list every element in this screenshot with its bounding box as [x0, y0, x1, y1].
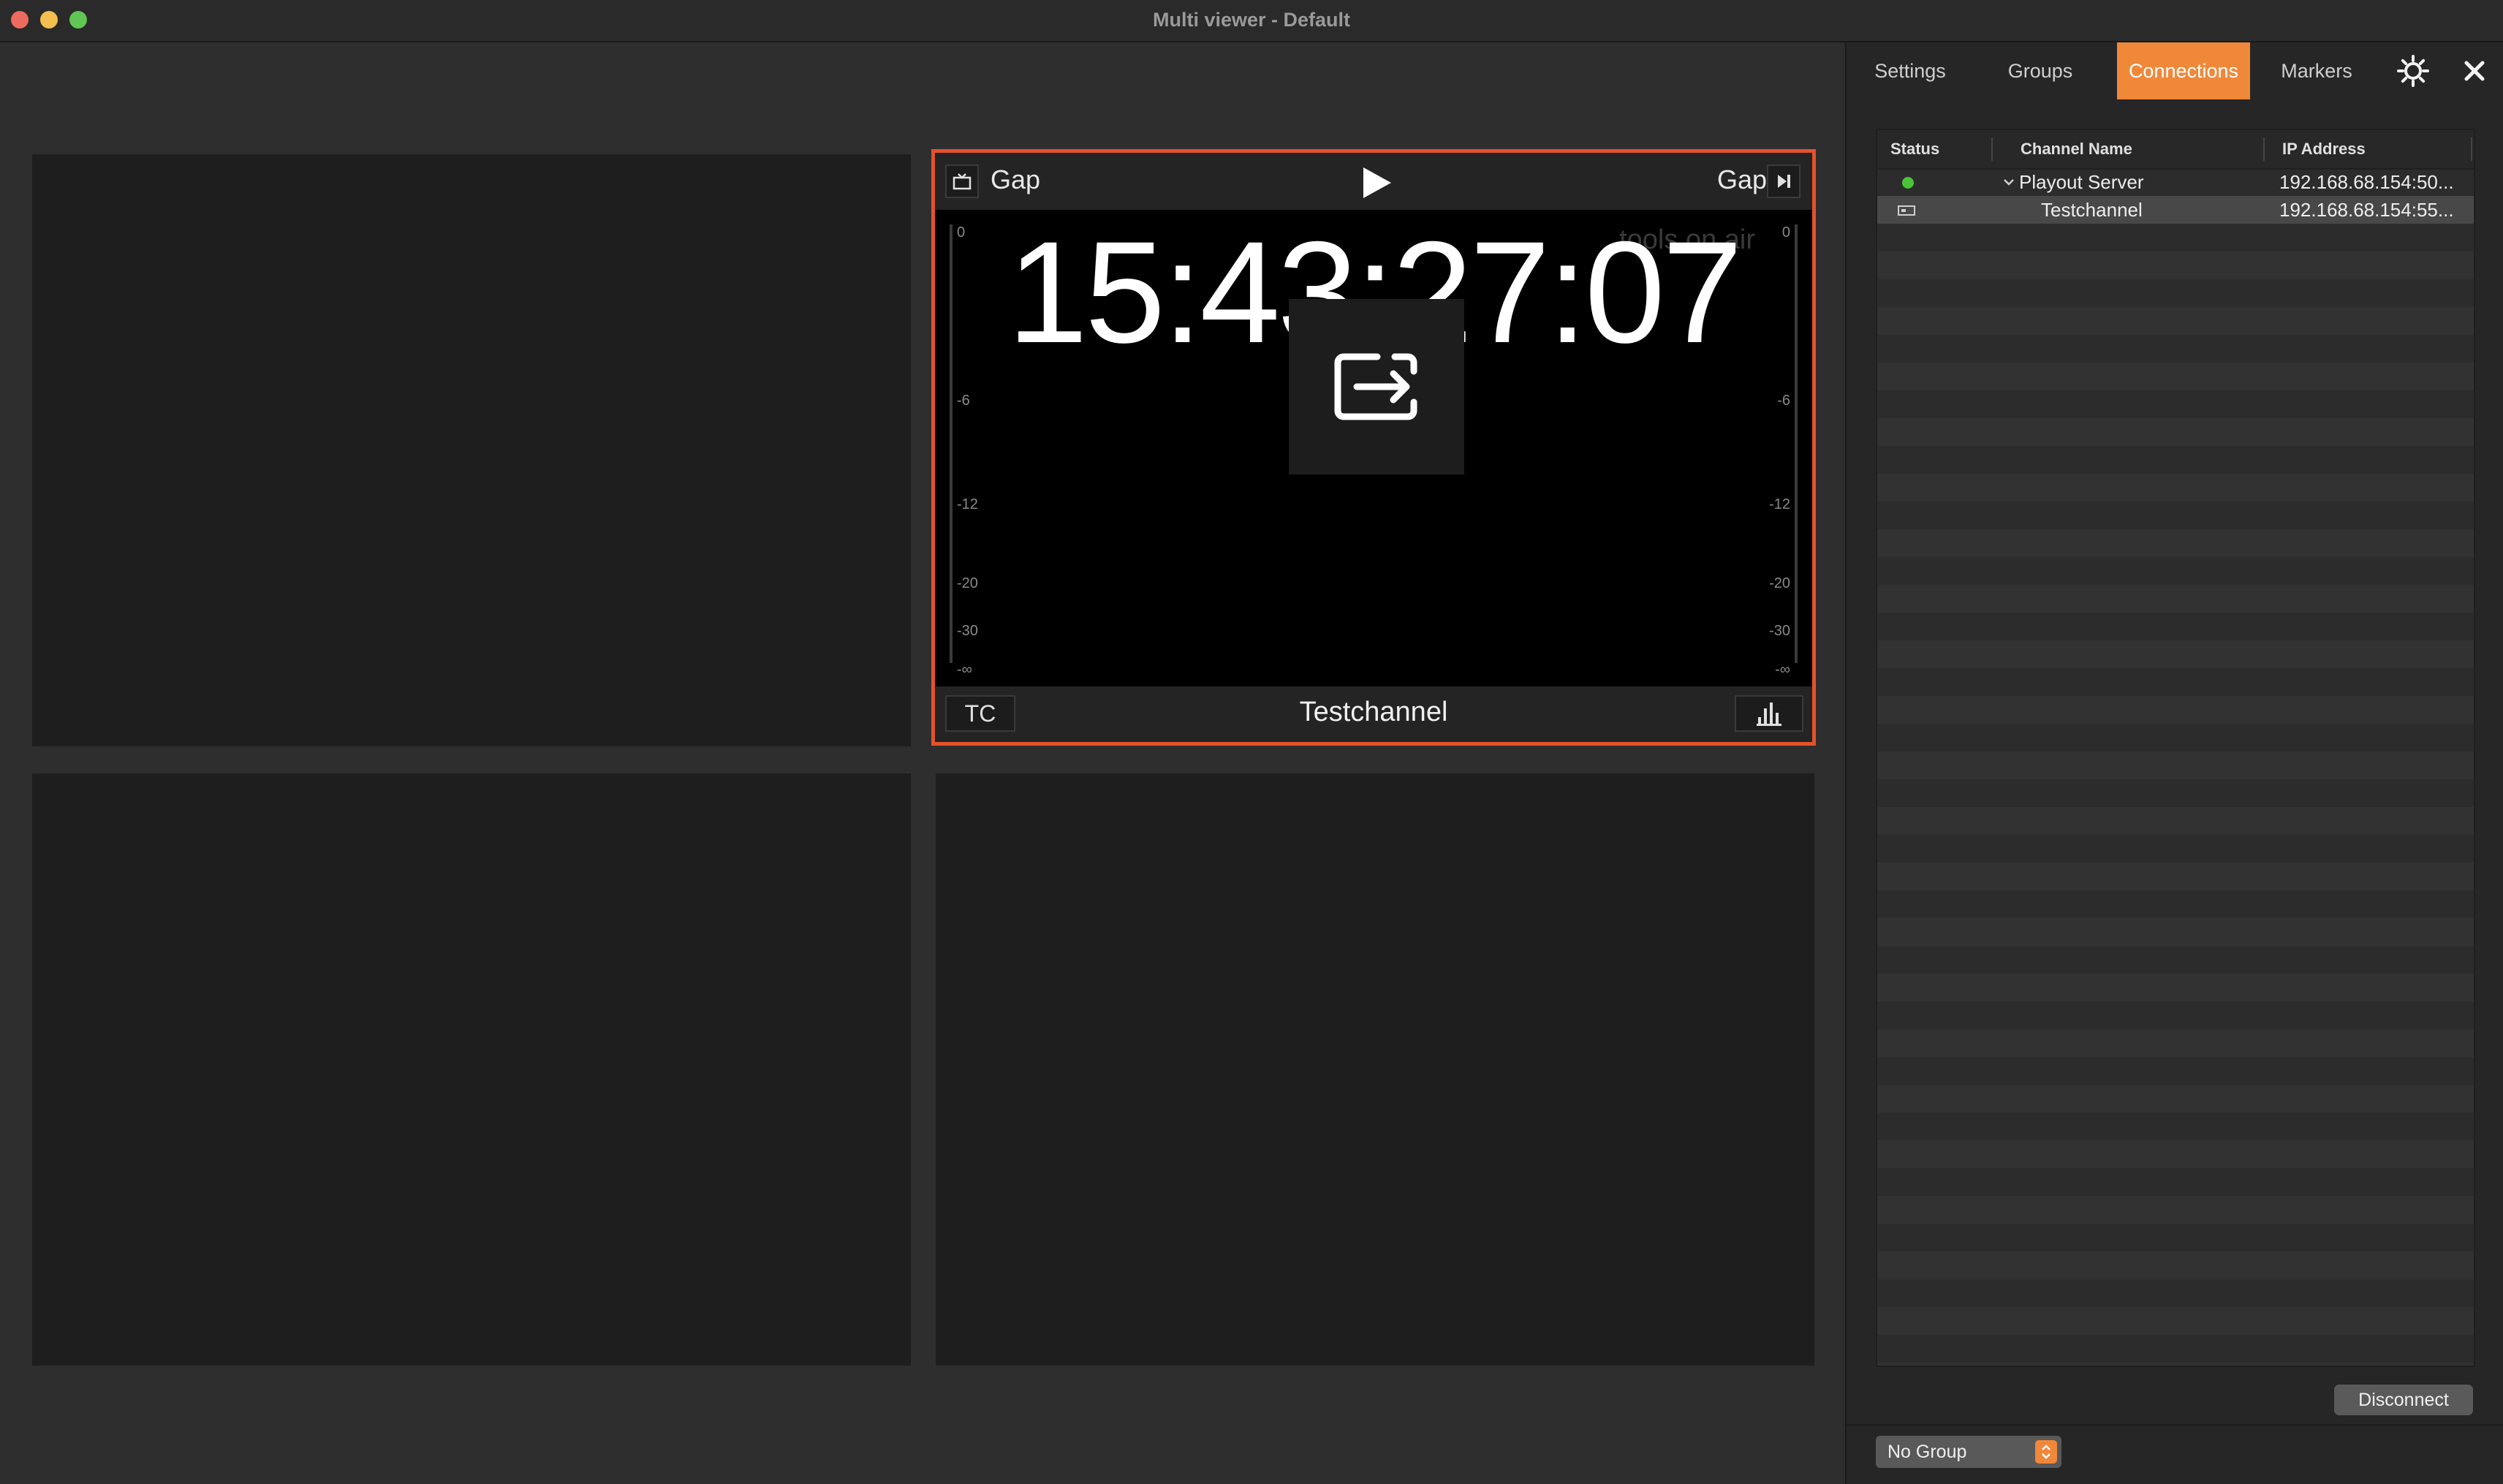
- column-status[interactable]: Status: [1890, 130, 1939, 168]
- empty-table-row: [1877, 1057, 2474, 1085]
- empty-table-row: [1877, 946, 2474, 974]
- empty-table-row: [1877, 1029, 2474, 1057]
- tile-header: Gap Gap: [935, 153, 1812, 210]
- side-panel: Settings Groups Connections Markers Stat…: [1845, 42, 2503, 1484]
- empty-table-row: [1877, 1335, 2474, 1363]
- empty-table-row: [1877, 807, 2474, 835]
- viewer-slot-empty[interactable]: [936, 773, 1814, 1366]
- viewer-slot-empty[interactable]: [32, 773, 911, 1366]
- empty-table-row: [1877, 640, 2474, 668]
- close-panel-icon[interactable]: [2459, 56, 2490, 86]
- table-row[interactable]: Playout Server 192.168.68.154:50...: [1877, 168, 2474, 196]
- empty-table-row: [1877, 1279, 2474, 1307]
- window-title: Multi viewer - Default: [1152, 9, 1351, 31]
- play-icon[interactable]: [1363, 167, 1391, 198]
- group-select-value: No Group: [1887, 1442, 1967, 1462]
- empty-table-row: [1877, 335, 2474, 363]
- empty-table-row: [1877, 390, 2474, 418]
- empty-table-row: [1877, 918, 2474, 946]
- empty-table-row: [1877, 446, 2474, 474]
- empty-table-row: [1877, 418, 2474, 446]
- row-channel-name: Testchannel: [2041, 199, 2143, 221]
- empty-table-row: [1877, 529, 2474, 557]
- row-channel-name: Playout Server: [2019, 171, 2144, 193]
- output-icon: [1289, 299, 1464, 474]
- empty-table-row: [1877, 224, 2474, 251]
- empty-table-row: [1877, 1224, 2474, 1252]
- channel-viewer-tile[interactable]: Gap Gap 0 -6 -12 -20 -30 -∞ 0 -6 -12 -20…: [931, 149, 1816, 746]
- panel-tabs: Settings Groups Connections Markers: [1847, 42, 2503, 99]
- meter-tick: -6: [1777, 393, 1790, 409]
- viewer-slot-empty[interactable]: [32, 154, 911, 746]
- empty-table-row: [1877, 1085, 2474, 1113]
- empty-table-row: [1877, 1252, 2474, 1279]
- empty-table-row: [1877, 585, 2474, 613]
- group-select[interactable]: No Group: [1876, 1436, 2061, 1468]
- empty-table-row: [1877, 1002, 2474, 1029]
- empty-table-row: [1877, 779, 2474, 807]
- gear-icon[interactable]: [2396, 54, 2430, 88]
- empty-table-row: [1877, 752, 2474, 779]
- connections-table: Status Channel Name IP Address Playout S…: [1876, 129, 2475, 1367]
- empty-table-row: [1877, 696, 2474, 724]
- empty-table-row: [1877, 279, 2474, 307]
- tile-footer: TC Testchannel: [935, 686, 1812, 742]
- empty-table-row: [1877, 890, 2474, 918]
- meter-tick: -30: [1769, 623, 1790, 639]
- empty-table-row: [1877, 501, 2474, 529]
- tab-connections[interactable]: Connections: [2117, 42, 2250, 99]
- empty-table-row: [1877, 835, 2474, 863]
- meter-tick: -6: [957, 393, 970, 409]
- column-ip-address[interactable]: IP Address: [2282, 130, 2366, 168]
- next-item-label: Gap: [1717, 164, 1768, 194]
- empty-table-row: [1877, 307, 2474, 335]
- empty-table-row: [1877, 1140, 2474, 1168]
- status-online-dot: [1902, 177, 1914, 189]
- multiviewer-grid: Gap Gap 0 -6 -12 -20 -30 -∞ 0 -6 -12 -20…: [0, 42, 1842, 1484]
- video-preview: 0 -6 -12 -20 -30 -∞ 0 -6 -12 -20 -30 -∞ …: [935, 210, 1812, 695]
- empty-table-row: [1877, 1113, 2474, 1140]
- current-item-label: Gap: [991, 164, 1041, 194]
- meter-tick: -12: [957, 496, 978, 512]
- empty-table-row: [1877, 251, 2474, 279]
- empty-table-row: [1877, 363, 2474, 390]
- title-bar: Multi viewer - Default: [0, 0, 2503, 42]
- divider: [1847, 1424, 2503, 1426]
- tv-icon[interactable]: [945, 164, 979, 198]
- select-stepper-icon[interactable]: [2035, 1440, 2057, 1464]
- empty-table-row: [1877, 557, 2474, 585]
- empty-table-row: [1877, 974, 2474, 1002]
- tab-markers[interactable]: Markers: [2250, 42, 2383, 99]
- meter-tick: -∞: [957, 662, 972, 678]
- meter-tick: -20: [957, 575, 978, 591]
- row-ip-address: 192.168.68.154:50...: [2279, 171, 2454, 193]
- meter-tick: -12: [1769, 496, 1790, 512]
- empty-table-row: [1877, 1363, 2474, 1366]
- tab-groups[interactable]: Groups: [1974, 42, 2107, 99]
- table-row[interactable]: Testchannel 192.168.68.154:55...: [1877, 196, 2474, 224]
- audio-levels-icon[interactable]: [1735, 695, 1803, 732]
- row-ip-address: 192.168.68.154:55...: [2279, 199, 2454, 221]
- meter-tick: -30: [957, 623, 978, 639]
- empty-table-row: [1877, 613, 2474, 640]
- table-header: Status Channel Name IP Address: [1877, 130, 2474, 170]
- meter-tick: -20: [1769, 575, 1790, 591]
- empty-table-row: [1877, 1307, 2474, 1335]
- empty-table-row: [1877, 474, 2474, 501]
- chevron-down-icon[interactable]: [2002, 168, 2016, 196]
- empty-table-row: [1877, 1196, 2474, 1224]
- empty-table-row: [1877, 724, 2474, 752]
- disconnect-button[interactable]: Disconnect: [2334, 1385, 2473, 1415]
- empty-table-row: [1877, 863, 2474, 890]
- empty-table-row: [1877, 668, 2474, 696]
- skip-next-icon[interactable]: [1767, 164, 1800, 198]
- empty-table-row: [1877, 1168, 2474, 1196]
- channel-name-label: Testchannel: [1299, 697, 1448, 727]
- channel-icon: [1896, 196, 1917, 224]
- column-channel-name[interactable]: Channel Name: [2021, 130, 2132, 168]
- meter-tick: -∞: [1775, 662, 1790, 678]
- tab-settings[interactable]: Settings: [1847, 42, 1974, 99]
